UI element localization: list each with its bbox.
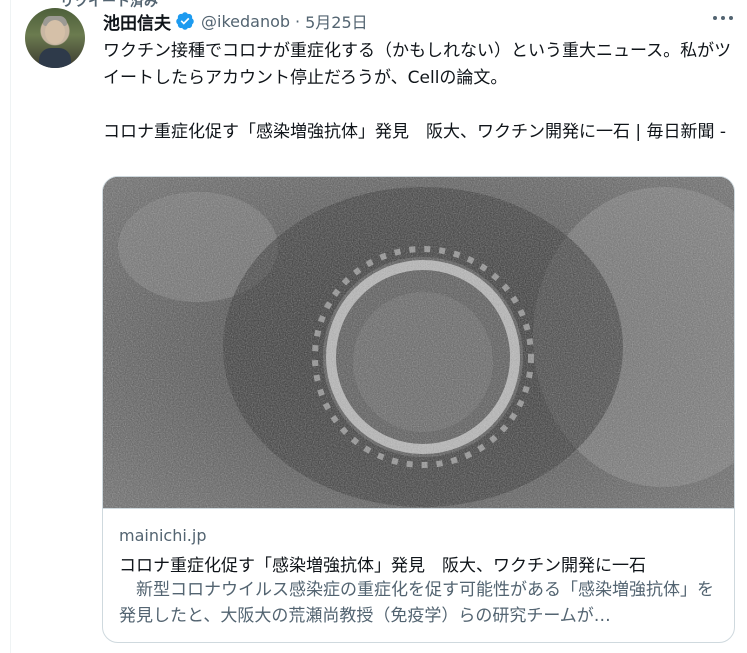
card-image bbox=[103, 177, 734, 508]
more-dot bbox=[729, 16, 733, 20]
avatar-face bbox=[45, 20, 65, 44]
author-avatar[interactable] bbox=[25, 8, 85, 68]
link-card[interactable]: mainichi.jp コロナ重症化促す「感染増強抗体」発見 阪大、ワクチン開発… bbox=[102, 176, 735, 643]
more-dot bbox=[721, 16, 725, 20]
card-description: 新型コロナウイルス感染症の重症化を促す可能性がある「感染増強抗体」を発見したと、… bbox=[119, 580, 714, 626]
tweet-text: ワクチン接種でコロナが重症化する（かもしれない）という重大ニュース。私がツイート… bbox=[103, 38, 733, 146]
author-name[interactable]: 池田信夫 bbox=[103, 9, 171, 34]
avatar-shirt bbox=[39, 48, 71, 68]
tweet-body-paragraph: ワクチン接種でコロナが重症化する（かもしれない）という重大ニュース。私がツイート… bbox=[103, 41, 732, 88]
tweet-date[interactable]: 5月25日 bbox=[305, 9, 368, 33]
card-divider bbox=[103, 508, 734, 509]
coronavirus-micrograph-image bbox=[103, 177, 734, 508]
more-dot bbox=[713, 16, 717, 20]
more-options-icon[interactable] bbox=[713, 10, 733, 26]
card-title[interactable]: コロナ重症化促す「感染増強抗体」発見 阪大、ワクチン開発に一石 bbox=[119, 551, 646, 576]
timeline-border bbox=[10, 0, 11, 653]
author-handle[interactable]: @ikedanob bbox=[201, 12, 290, 31]
verified-badge-icon bbox=[175, 11, 195, 31]
tweet-link-paragraph[interactable]: コロナ重症化促す「感染増強抗体」発見 阪大、ワクチン開発に一石 | 毎日新聞 - bbox=[103, 119, 733, 146]
tweet-header: 池田信夫 @ikedanob · 5月25日 bbox=[103, 8, 368, 34]
card-domain: mainichi.jp bbox=[119, 526, 207, 545]
meta-separator: · bbox=[295, 11, 301, 31]
